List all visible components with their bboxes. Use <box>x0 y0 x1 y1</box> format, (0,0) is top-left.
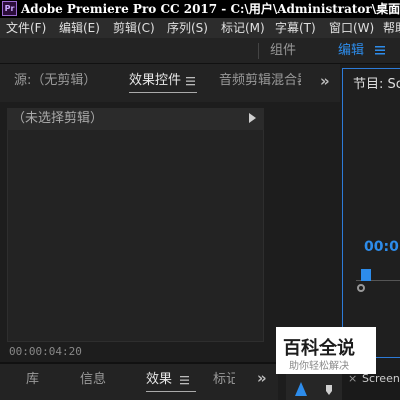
window-title: Adobe Premiere Pro CC 2017 - C:\用户\Admin… <box>21 2 400 16</box>
track-select-tool-icon[interactable] <box>324 385 334 395</box>
watermark-subtitle: 助你轻松解决 <box>289 361 349 372</box>
tab-audio-clip-mixer[interactable]: 音频剪辑混合器 <box>219 72 301 90</box>
workspace-editing[interactable]: 编辑 <box>338 38 364 64</box>
effects-tab-menu-icon[interactable] <box>180 376 189 385</box>
effects-tab-indicator <box>146 391 196 392</box>
lower-overflow-icon[interactable]: » <box>257 369 267 387</box>
menu-help[interactable]: 帮助 <box>383 18 400 38</box>
expand-arrow-icon[interactable] <box>249 113 256 123</box>
menu-bar: 文件(F) 编辑(E) 剪辑(C) 序列(S) 标记(M) 字幕(T) 窗口(W… <box>0 18 400 38</box>
menu-edit[interactable]: 编辑(E) <box>59 18 100 38</box>
menu-sequence[interactable]: 序列(S) <box>167 18 208 38</box>
hamburger-icon[interactable] <box>375 46 385 55</box>
menu-file[interactable]: 文件(F) <box>6 18 46 38</box>
zoom-handle-icon[interactable] <box>357 284 365 292</box>
panel-overflow-icon[interactable]: » <box>320 72 330 90</box>
menu-title[interactable]: 字幕(T) <box>275 18 316 38</box>
no-clip-selected-label: （未选择剪辑） <box>12 111 104 126</box>
effect-controls-panel <box>7 108 264 342</box>
program-monitor-panel: 节目: Sc <box>342 68 400 358</box>
tab-effect-controls[interactable]: 效果控件 <box>129 72 181 90</box>
tab-menu-icon[interactable] <box>186 77 195 86</box>
menu-clip[interactable]: 剪辑(C) <box>113 18 155 38</box>
tab-source[interactable]: 源:（无剪辑） <box>14 72 96 90</box>
selection-tool-icon[interactable] <box>295 382 307 396</box>
menu-window[interactable]: 窗口(W) <box>329 18 374 38</box>
timeline-tab-area: × Screens <box>342 370 400 400</box>
active-tab-indicator <box>129 92 197 93</box>
playhead-marker[interactable] <box>361 269 371 281</box>
tab-markers[interactable]: 标记 <box>213 371 235 389</box>
premiere-app-icon: Pr <box>2 1 17 16</box>
program-timecode[interactable]: 00:0 <box>364 239 399 255</box>
program-monitor-title[interactable]: 节目: Sc <box>353 73 400 92</box>
tab-info[interactable]: 信息 <box>80 371 106 389</box>
workspace-divider <box>258 43 259 59</box>
lower-panel-tabbar <box>0 364 278 400</box>
workspace-assembly[interactable]: 组件 <box>270 38 296 64</box>
title-bar: Pr Adobe Premiere Pro CC 2017 - C:\用户\Ad… <box>0 0 400 18</box>
workspace-bar: 组件 编辑 <box>0 38 400 64</box>
tab-effects[interactable]: 效果 <box>146 371 172 389</box>
effect-controls-timecode: 00:00:04:20 <box>9 345 82 358</box>
tab-libraries[interactable]: 库 <box>26 371 39 389</box>
menu-marker[interactable]: 标记(M) <box>221 18 265 38</box>
